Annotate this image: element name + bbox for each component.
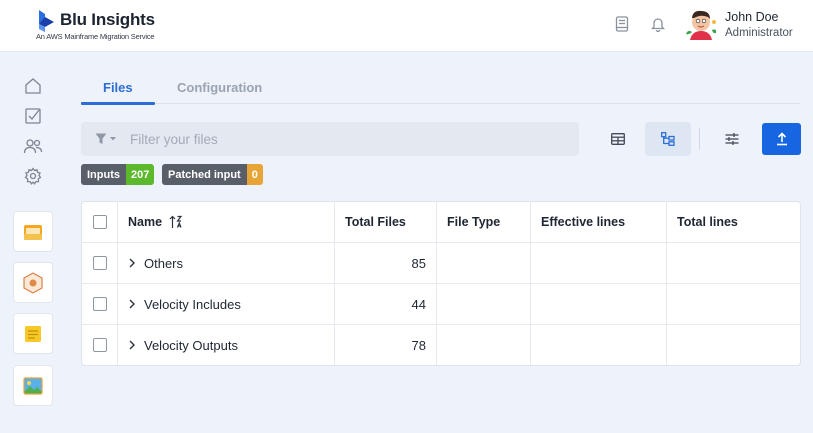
column-header-total-files[interactable]: Total Files xyxy=(334,202,436,242)
user-role: Administrator xyxy=(725,27,793,39)
patched-input-badge-label: Patched input xyxy=(162,164,247,185)
table-header-row: Name Total Files File Type Effective lin… xyxy=(82,202,800,243)
user-name[interactable]: John Doe xyxy=(725,10,779,24)
row-total-lines xyxy=(666,243,800,283)
table-row[interactable]: Velocity Includes 44 xyxy=(82,284,800,325)
row-total-lines xyxy=(666,284,800,324)
row-select-cell xyxy=(82,325,117,365)
tabs-divider xyxy=(81,103,800,104)
column-header-effective-lines[interactable]: Effective lines xyxy=(530,202,666,242)
row-select-cell xyxy=(82,243,117,283)
app-title: Blu Insights xyxy=(60,10,155,29)
upload-button[interactable] xyxy=(762,123,801,155)
row-file-type xyxy=(436,243,530,283)
app-subtitle: An AWS Mainframe Migration Service xyxy=(36,32,155,41)
row-select-cell xyxy=(82,284,117,324)
row-checkbox[interactable] xyxy=(92,256,107,270)
table-row[interactable]: Others 85 xyxy=(82,243,800,284)
row-checkbox[interactable] xyxy=(92,338,107,352)
home-icon[interactable] xyxy=(22,75,44,97)
top-header: Blu Insights An AWS Mainframe Migration … xyxy=(0,0,813,52)
active-tab-indicator xyxy=(81,102,155,105)
column-header-total-lines[interactable]: Total lines xyxy=(666,202,800,242)
avatar[interactable] xyxy=(684,8,718,40)
sliders-icon xyxy=(725,133,739,145)
row-name[interactable]: Velocity Outputs xyxy=(144,338,238,353)
row-effective-lines xyxy=(530,243,666,283)
filter-input[interactable] xyxy=(130,131,550,147)
image-app-icon[interactable] xyxy=(13,365,53,406)
row-name[interactable]: Velocity Includes xyxy=(144,297,241,312)
table-view-button[interactable] xyxy=(595,122,641,156)
bell-icon[interactable] xyxy=(649,14,667,34)
blu-insights-logo-icon xyxy=(39,10,54,32)
settings-button[interactable] xyxy=(709,122,755,156)
notes-app-icon[interactable] xyxy=(13,313,53,354)
row-checkbox[interactable] xyxy=(92,297,107,311)
inputs-badge-count: 207 xyxy=(126,164,155,185)
sort-icon[interactable] xyxy=(169,215,183,229)
checklist-icon[interactable] xyxy=(22,105,44,127)
row-name-cell: Velocity Outputs xyxy=(117,325,334,365)
select-all-checkbox[interactable] xyxy=(92,215,107,229)
column-header-name-label: Name xyxy=(128,215,163,229)
row-file-type xyxy=(436,325,530,365)
inputs-badge[interactable]: Inputs 207 xyxy=(81,164,155,185)
patched-input-badge[interactable]: Patched input 0 xyxy=(162,164,263,185)
row-name-cell: Velocity Includes xyxy=(117,284,334,324)
toolbar-divider xyxy=(699,128,700,150)
files-table: Name Total Files File Type Effective lin… xyxy=(81,201,801,366)
tab-files[interactable]: Files xyxy=(103,80,133,95)
tab-configuration[interactable]: Configuration xyxy=(177,80,262,95)
row-total-files: 85 xyxy=(334,243,436,283)
book-icon[interactable] xyxy=(613,14,631,34)
tree-view-button[interactable] xyxy=(645,122,691,156)
row-effective-lines xyxy=(530,325,666,365)
row-total-files: 44 xyxy=(334,284,436,324)
tree-view-icon xyxy=(661,132,675,146)
gear-icon[interactable] xyxy=(22,165,44,187)
select-all-cell xyxy=(82,202,117,242)
chevron-right-icon[interactable] xyxy=(128,258,136,268)
inbox-app-icon[interactable] xyxy=(13,211,53,252)
row-file-type xyxy=(436,284,530,324)
codebase-app-icon[interactable] xyxy=(13,262,53,303)
upload-icon xyxy=(776,132,787,146)
filter-bar xyxy=(81,122,579,156)
row-effective-lines xyxy=(530,284,666,324)
row-total-files: 78 xyxy=(334,325,436,365)
row-name[interactable]: Others xyxy=(144,256,183,271)
chevron-right-icon[interactable] xyxy=(128,340,136,350)
patched-input-badge-count: 0 xyxy=(246,164,263,185)
inputs-badge-label: Inputs xyxy=(81,164,126,185)
table-view-icon xyxy=(611,133,625,145)
chevron-right-icon[interactable] xyxy=(128,299,136,309)
column-header-file-type[interactable]: File Type xyxy=(436,202,530,242)
table-row[interactable]: Velocity Outputs 78 xyxy=(82,325,800,365)
row-total-lines xyxy=(666,325,800,365)
column-header-name[interactable]: Name xyxy=(117,202,334,242)
filter-funnel-icon[interactable] xyxy=(95,132,119,146)
users-icon[interactable] xyxy=(22,135,44,157)
row-name-cell: Others xyxy=(117,243,334,283)
